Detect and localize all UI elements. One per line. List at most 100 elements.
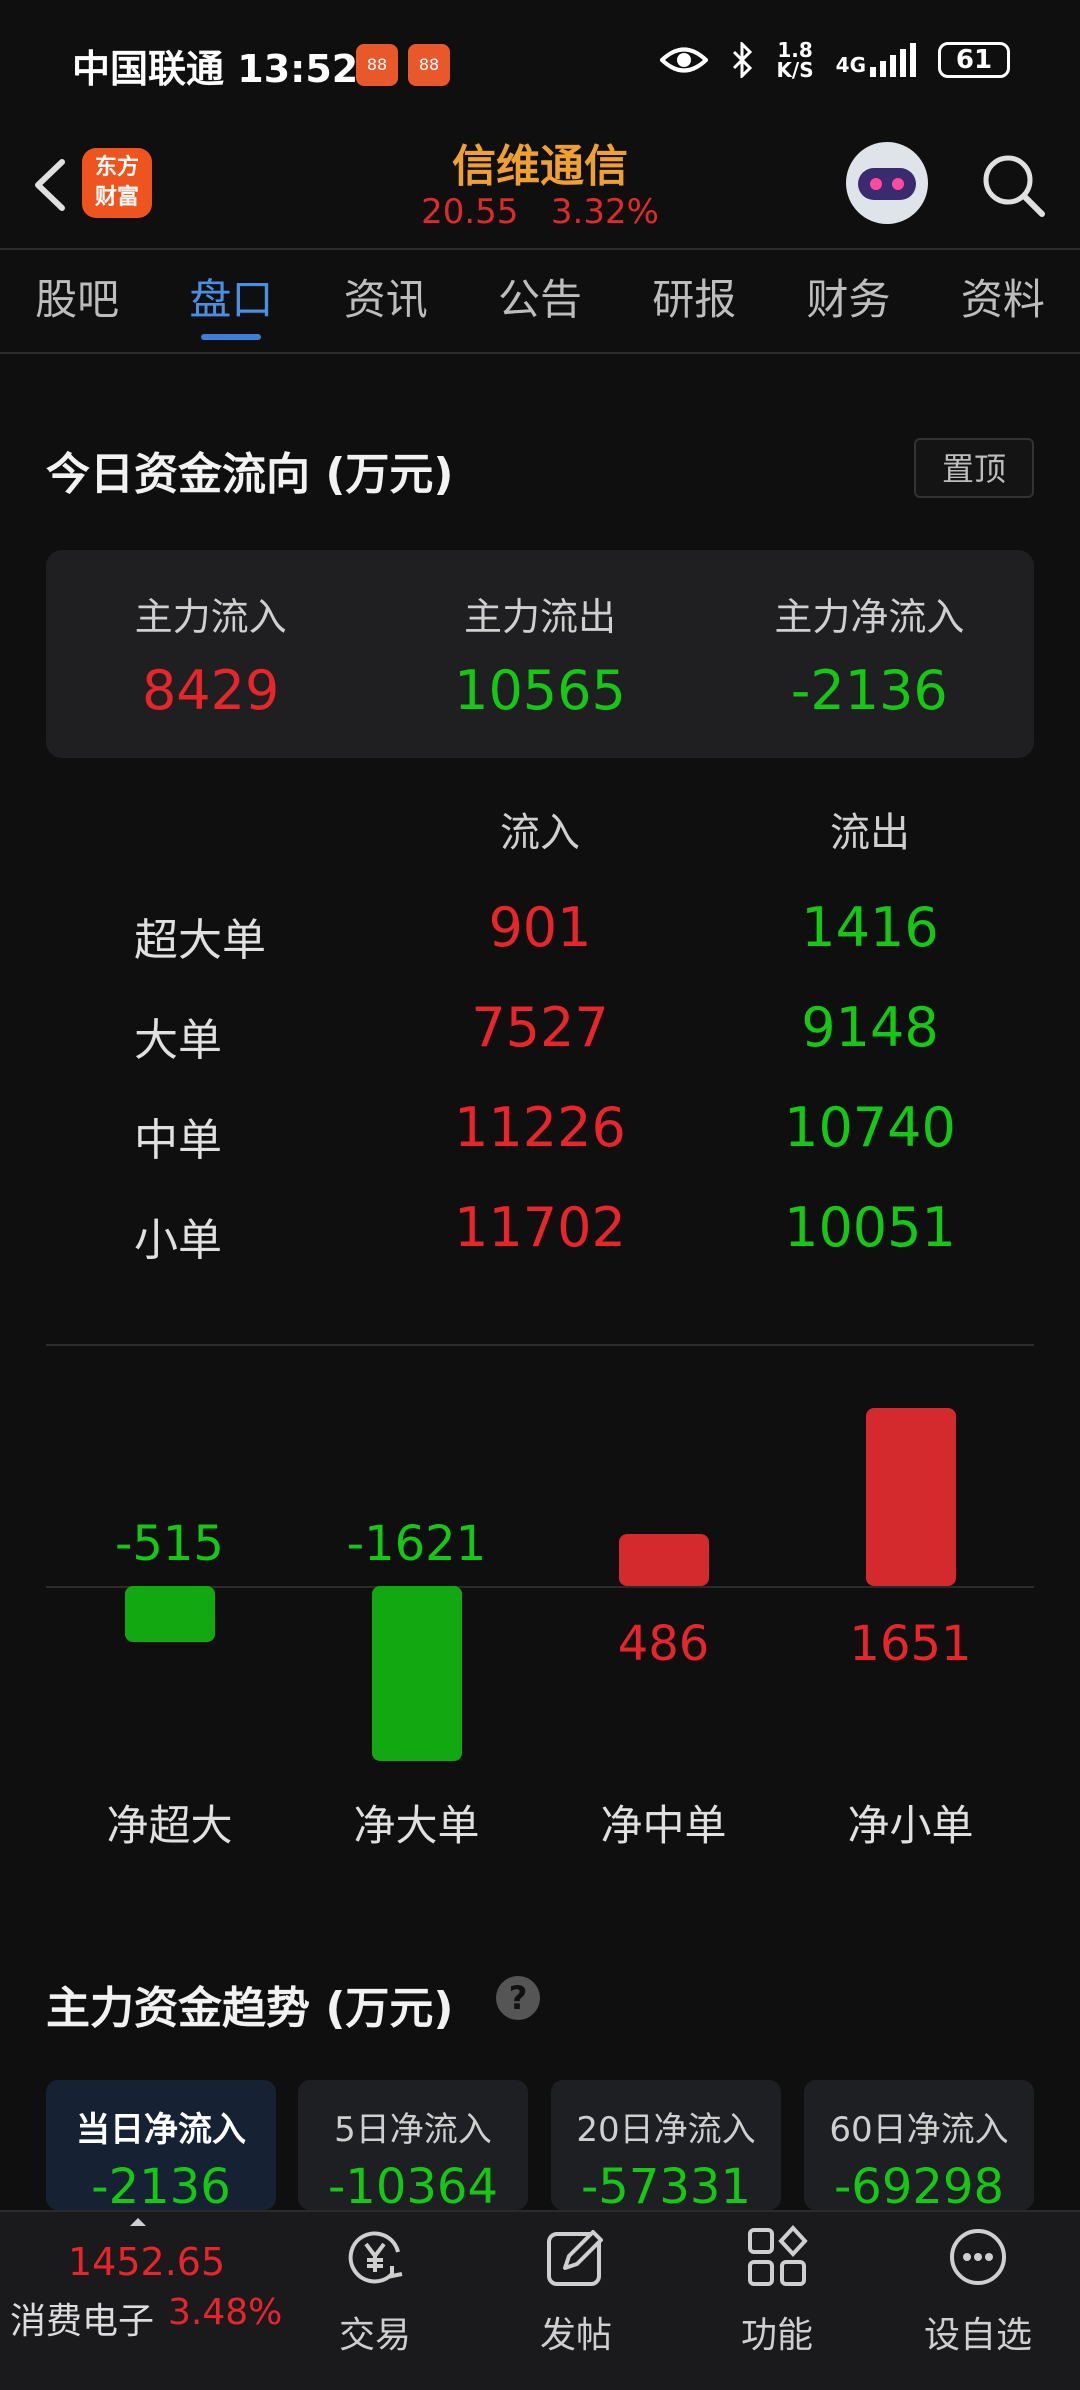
tab-research[interactable]: 研报 xyxy=(617,250,771,350)
status-bar: 中国联通 13:52 88 88 1.8 K/S 4G 61 xyxy=(0,0,1080,130)
network-type: 4G xyxy=(835,53,866,77)
tab-pankou[interactable]: 盘口 xyxy=(154,250,308,350)
more-icon xyxy=(950,2229,1006,2285)
nav-label: 设自选 xyxy=(923,2315,1032,2356)
trend-card-today[interactable]: 当日净流入 -2136 xyxy=(46,2080,276,2215)
assistant-robot-icon[interactable] xyxy=(846,142,928,224)
bar-value-label: -515 xyxy=(115,1516,224,1572)
cell-signal: 4G xyxy=(836,43,916,77)
nav-label: 发帖 xyxy=(539,2315,612,2356)
trend-card-value: -57331 xyxy=(580,2159,751,2215)
search-icon[interactable] xyxy=(978,150,1048,220)
bar-1 xyxy=(371,1586,462,1762)
cell-outflow: 10051 xyxy=(784,1196,956,1259)
stock-change-pct: 3.32% xyxy=(550,192,659,232)
main-flow-summary: 主力流入 8429 主力流出 10565 主力净流入 -2136 xyxy=(46,550,1034,758)
network-speed: 1.8 K/S xyxy=(776,40,813,80)
notification-app-icon: 88 xyxy=(356,44,398,86)
speed-value: 1.8 xyxy=(777,38,813,62)
summary-main-net-inflow: 主力净流入 -2136 xyxy=(705,550,1034,758)
cell-outflow: 9148 xyxy=(801,996,939,1059)
pin-top-button[interactable]: 置顶 xyxy=(914,438,1034,498)
signal-bars-icon xyxy=(870,43,916,77)
clock: 13:52 xyxy=(237,47,359,91)
cell-inflow: 7527 xyxy=(471,996,609,1059)
trend-card-20day[interactable]: 20日净流入 -57331 xyxy=(551,2080,781,2215)
bar-category-label: 净超大 xyxy=(106,1801,233,1850)
summary-main-inflow: 主力流入 8429 xyxy=(46,550,375,758)
trend-card-label: 20日净流入 xyxy=(576,2110,756,2150)
nav-label: 交易 xyxy=(338,2315,411,2356)
summary-label: 主力流出 xyxy=(463,595,616,639)
tab-profile[interactable]: 资料 xyxy=(926,250,1080,350)
net-flow-bar-chart: -515 净超大 -1621 净大单 486 净中单 1651 净小单 xyxy=(46,1340,1034,1880)
cell-inflow: 901 xyxy=(488,896,592,959)
edit-icon xyxy=(547,2230,603,2286)
summary-label: 主力净流入 xyxy=(774,595,965,639)
help-icon[interactable]: ? xyxy=(496,1976,540,2020)
row-label-large: 大单 xyxy=(134,1015,222,1066)
expand-up-icon[interactable] xyxy=(128,2216,148,2228)
tab-bar: 股吧 盘口 资讯 公告 研报 财务 资料 xyxy=(0,250,1080,350)
trend-card-5day[interactable]: 5日净流入 -10364 xyxy=(298,2080,528,2215)
trend-card-value: -10364 xyxy=(327,2159,498,2215)
bar-category-label: 净小单 xyxy=(847,1801,974,1850)
tab-finance[interactable]: 财务 xyxy=(771,250,925,350)
bar-value-label: 486 xyxy=(617,1616,710,1672)
bluetooth-icon xyxy=(733,42,753,78)
trend-card-label: 5日净流入 xyxy=(334,2110,492,2150)
stock-header: 东方 财富 信维通信 20.55 3.32% xyxy=(0,130,1080,248)
nav-functions[interactable]: 功能 xyxy=(677,2222,877,2358)
row-label-medium: 中单 xyxy=(134,1115,222,1166)
table-header-inflow: 流入 xyxy=(500,810,580,856)
tab-news[interactable]: 资讯 xyxy=(309,250,463,350)
bar-3 xyxy=(865,1407,956,1586)
bar-0 xyxy=(124,1586,215,1642)
trend-card-value: -2136 xyxy=(91,2159,231,2215)
speed-unit: K/S xyxy=(776,58,814,82)
bar-category-label: 净中单 xyxy=(600,1801,727,1850)
nav-add-watchlist[interactable]: 设自选 xyxy=(878,2222,1078,2358)
battery-icon: 61 xyxy=(938,42,1010,78)
tabs-divider xyxy=(0,352,1080,354)
sector-index-value[interactable]: 1452.65 xyxy=(68,2240,225,2284)
carrier-name: 中国联通 xyxy=(72,47,225,91)
cell-outflow: 1416 xyxy=(801,896,939,959)
sector-index-change: 3.48% xyxy=(168,2292,283,2333)
row-label-small: 小单 xyxy=(134,1215,222,1266)
trend-card-60day[interactable]: 60日净流入 -69298 xyxy=(804,2080,1034,2215)
cell-inflow: 11226 xyxy=(454,1096,626,1159)
stock-price: 20.55 xyxy=(421,192,519,232)
bar-2 xyxy=(618,1533,709,1586)
row-label-super-large: 超大单 xyxy=(134,915,266,966)
eye-icon xyxy=(660,47,709,73)
summary-value: -2136 xyxy=(790,659,948,722)
nav-trade[interactable]: 交易 xyxy=(275,2222,475,2358)
status-carrier-time: 中国联通 13:52 xyxy=(72,38,358,93)
trend-card-value: -69298 xyxy=(833,2159,1004,2215)
summary-main-outflow: 主力流出 10565 xyxy=(375,550,704,758)
capital-flow-title: 今日资金流向 (万元) xyxy=(46,449,454,500)
bar-category-label: 净大单 xyxy=(353,1801,480,1850)
grid-icon xyxy=(748,2225,808,2286)
nav-label: 功能 xyxy=(740,2315,813,2356)
tab-guba[interactable]: 股吧 xyxy=(0,250,154,350)
table-header-outflow: 流出 xyxy=(830,810,910,856)
bar-value-label: -1621 xyxy=(346,1516,487,1572)
summary-label: 主力流入 xyxy=(134,595,287,639)
summary-value: 10565 xyxy=(454,659,626,722)
yen-cycle-icon xyxy=(348,2231,403,2284)
status-icons: 1.8 K/S 4G 61 xyxy=(660,40,1010,80)
bar-value-label: 1651 xyxy=(849,1616,972,1672)
battery-level: 61 xyxy=(955,45,993,75)
trend-title: 主力资金趋势 (万元) xyxy=(46,1983,454,2034)
sector-index-name[interactable]: 消费电子 xyxy=(10,2292,154,2344)
trend-card-label: 当日净流入 xyxy=(76,2110,246,2150)
tab-announcements[interactable]: 公告 xyxy=(463,250,617,350)
cell-outflow: 10740 xyxy=(784,1096,956,1159)
notification-app-icon: 88 xyxy=(408,44,450,86)
trend-card-label: 60日净流入 xyxy=(829,2110,1009,2150)
nav-post[interactable]: 发帖 xyxy=(476,2222,676,2358)
summary-value: 8429 xyxy=(141,659,280,722)
cell-inflow: 11702 xyxy=(454,1196,626,1259)
